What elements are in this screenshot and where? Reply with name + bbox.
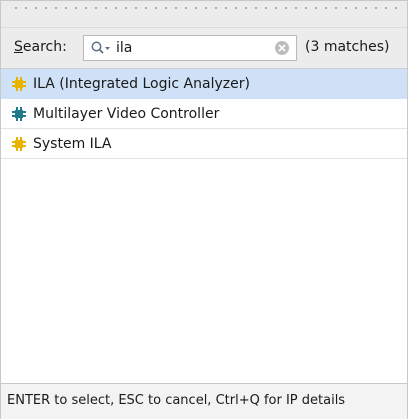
result-label: ILA (Integrated Logic Analyzer) — [33, 76, 250, 92]
ip-core-icon — [11, 76, 27, 92]
search-label-mnemonic: S — [14, 39, 23, 55]
clear-search-icon[interactable] — [274, 40, 290, 56]
result-label: System ILA — [33, 136, 112, 152]
result-item-system-ila[interactable]: System ILA — [1, 129, 407, 159]
status-hint: ENTER to select, ESC to cancel, Ctrl+Q f… — [7, 393, 346, 408]
drag-handle[interactable] — [1, 1, 407, 28]
ip-core-icon — [11, 136, 27, 152]
search-label-rest: earch: — [22, 39, 67, 55]
ip-catalog-search-popup: Search: ila (3 matches) ILA (Integrated … — [0, 0, 408, 419]
search-input[interactable]: ila — [83, 35, 297, 61]
result-item-multilayer-video-controller[interactable]: Multilayer Video Controller — [1, 99, 407, 129]
status-bar: ENTER to select, ESC to cancel, Ctrl+Q f… — [1, 383, 407, 419]
results-list: ILA (Integrated Logic Analyzer) Multilay… — [1, 69, 407, 383]
search-value: ila — [116, 40, 133, 56]
result-label: Multilayer Video Controller — [33, 106, 220, 122]
search-options-icon[interactable] — [90, 40, 112, 56]
search-label: Search: — [14, 38, 67, 56]
ip-core-icon — [11, 106, 27, 122]
grip-dots — [11, 6, 399, 10]
result-item-ila[interactable]: ILA (Integrated Logic Analyzer) — [1, 69, 407, 99]
match-count: (3 matches) — [305, 39, 390, 55]
search-bar: Search: ila (3 matches) — [1, 28, 407, 69]
